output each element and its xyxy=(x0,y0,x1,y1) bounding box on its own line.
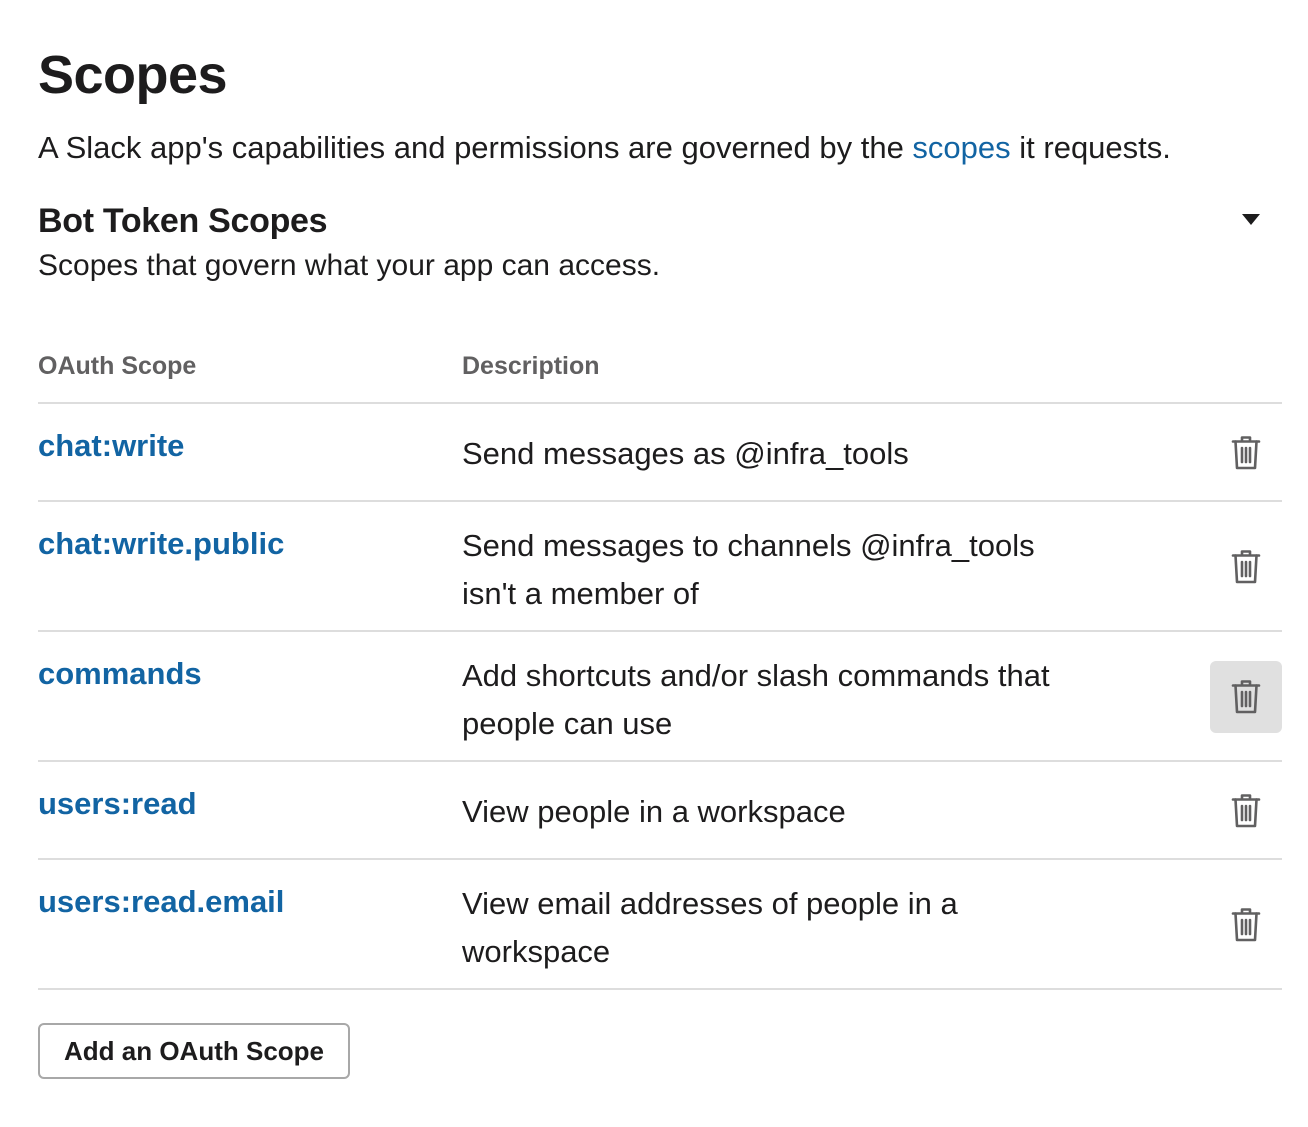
page-intro: A Slack app's capabilities and permissio… xyxy=(38,128,1282,168)
scope-description: Add shortcuts and/or slash commands that… xyxy=(462,658,1050,741)
scope-name: chat:write xyxy=(38,428,185,463)
table-row: commands Add shortcuts and/or slash comma… xyxy=(38,632,1282,762)
trash-icon xyxy=(1231,435,1261,471)
table-row: users:read View people in a workspace xyxy=(38,762,1282,860)
table-header: OAuth Scope Description xyxy=(38,338,1282,404)
scope-name: users:read.email xyxy=(38,884,285,919)
intro-text-before: A Slack app's capabilities and permissio… xyxy=(38,130,913,165)
trash-icon xyxy=(1231,793,1261,829)
section-title: Bot Token Scopes xyxy=(38,202,328,240)
section-subtitle: Scopes that govern what your app can acc… xyxy=(38,249,661,282)
scopes-page: Scopes A Slack app's capabilities and pe… xyxy=(0,0,1308,1127)
table-row: chat:write.public Send messages to channe… xyxy=(38,502,1282,632)
caret-down-icon xyxy=(1242,213,1260,225)
trash-icon xyxy=(1231,549,1261,585)
remove-scope-button[interactable] xyxy=(1210,417,1282,489)
scope-name: users:read xyxy=(38,786,197,821)
remove-scope-button[interactable] xyxy=(1210,661,1282,733)
scopes-link[interactable]: scopes xyxy=(912,130,1010,165)
remove-scope-button[interactable] xyxy=(1210,531,1282,603)
remove-scope-button[interactable] xyxy=(1210,775,1282,847)
table-body: chat:write Send messages as @infra_tools c… xyxy=(38,404,1282,990)
scope-name: commands xyxy=(38,656,202,691)
page-title: Scopes xyxy=(38,45,228,105)
trash-icon xyxy=(1231,679,1261,715)
scope-description: Send messages as @infra_tools xyxy=(462,436,909,471)
add-oauth-scope-button[interactable]: Add an OAuth Scope xyxy=(38,1023,350,1079)
scope-description: Send messages to channels @infra_tools i… xyxy=(462,528,1035,611)
intro-text-after: it requests. xyxy=(1010,130,1171,165)
scope-description: View email addresses of people in a work… xyxy=(462,886,958,969)
table-row: users:read.email View email addresses of … xyxy=(38,860,1282,990)
bot-token-scopes-header: Bot Token Scopes Scopes that govern what… xyxy=(38,200,1282,286)
header-actions xyxy=(1182,352,1282,402)
scope-name: chat:write.public xyxy=(38,526,285,561)
table-row: chat:write Send messages as @infra_tools xyxy=(38,404,1282,502)
scope-description: View people in a workspace xyxy=(462,794,846,829)
collapse-toggle-button[interactable] xyxy=(1236,206,1266,232)
header-oauth-scope: OAuth Scope xyxy=(38,352,197,380)
scopes-table: OAuth Scope Description chat:write Send m… xyxy=(38,338,1282,990)
remove-scope-button[interactable] xyxy=(1210,889,1282,961)
header-description: Description xyxy=(462,352,600,380)
trash-icon xyxy=(1231,907,1261,943)
